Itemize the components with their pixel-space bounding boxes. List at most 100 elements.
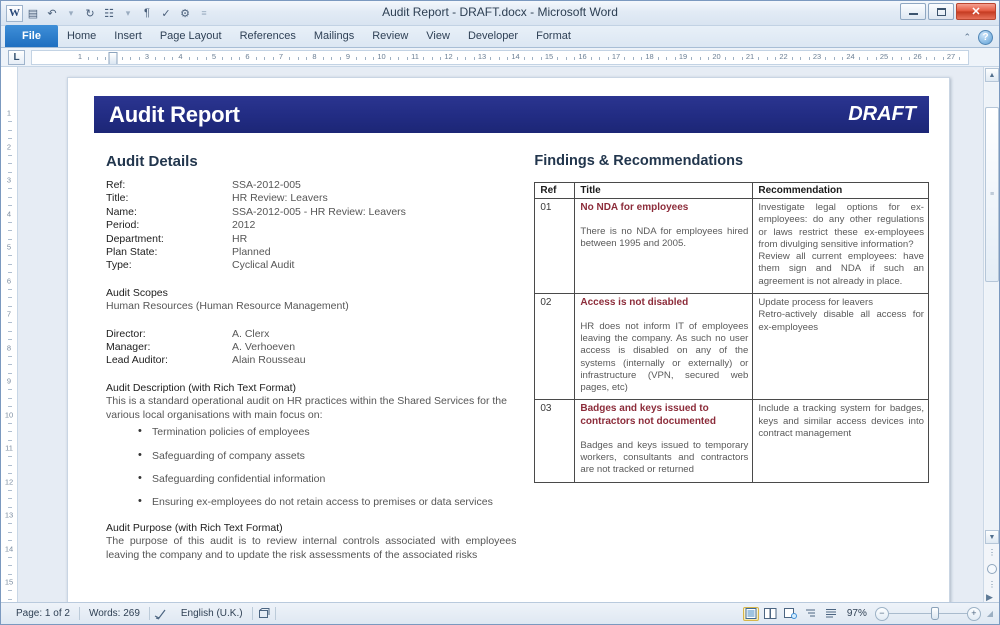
ruler-tick [364, 56, 366, 60]
ruler-tick [423, 56, 425, 60]
word-count[interactable]: Words: 269 [80, 608, 149, 619]
language-indicator[interactable]: English (U.K.) [172, 608, 252, 619]
ruler-tick [8, 565, 12, 567]
tab-format[interactable]: Format [527, 26, 580, 47]
ruler-number: 17 [611, 51, 621, 61]
document-page[interactable]: Audit Report DRAFT Audit Details Ref: SSA… [67, 77, 950, 604]
ruler-tick [456, 56, 458, 60]
ruler-tick [322, 56, 324, 60]
list-item: Safeguarding confidential information [138, 472, 516, 486]
ruler-tick [389, 56, 391, 60]
tab-review[interactable]: Review [363, 26, 417, 47]
finding-description: There is no NDA for employees hired betw… [580, 225, 749, 249]
audit-scopes-label: Audit Scopes [106, 286, 168, 299]
detail-value: Planned [232, 246, 271, 259]
ruler-tick [155, 56, 157, 60]
print-preview-dropdown-icon[interactable]: ▾ [119, 4, 137, 22]
left-indent-marker[interactable] [108, 51, 118, 64]
tab-page-layout[interactable]: Page Layout [151, 26, 231, 47]
next-page-icon[interactable]: ⋮ [988, 580, 996, 589]
ruler-tick [373, 56, 375, 60]
ruler-tick [8, 422, 12, 424]
table-row[interactable]: 01 No NDA for employees There is no NDA … [534, 197, 929, 295]
ruler-tick [331, 56, 333, 60]
web-layout-view[interactable] [783, 607, 799, 621]
draft-view[interactable] [823, 607, 839, 621]
ruler-number: 15 [544, 51, 554, 61]
undo-dropdown-icon[interactable]: ▾ [62, 4, 80, 22]
customize-qat-icon[interactable]: ≡ [195, 4, 213, 22]
ruler-tick [624, 56, 626, 60]
finding-title: No NDA for employees [580, 202, 689, 213]
formatting-marks-icon[interactable]: ¶ [138, 4, 156, 22]
resize-grip-icon[interactable]: ◢ [987, 609, 993, 618]
ruler-number: 22 [779, 51, 788, 61]
ruler-tick [565, 56, 567, 60]
ruler-number: 23 [812, 51, 822, 61]
detail-key: Ref: [106, 179, 126, 191]
full-screen-reading-view[interactable] [763, 607, 779, 621]
table-row[interactable]: 02 Access is not disabled HR does not in… [534, 293, 929, 401]
tab-mailings[interactable]: Mailings [305, 26, 363, 47]
horizontal-ruler[interactable]: 1234567891011121314151617181920212223242… [31, 49, 969, 65]
previous-page-icon[interactable]: ⋮ [988, 548, 996, 557]
tab-home[interactable]: Home [58, 26, 105, 47]
ruler-tick [356, 56, 358, 60]
zoom-in-button[interactable]: + [966, 606, 981, 621]
detail-key: Period: [106, 219, 140, 232]
scrollbar-thumb[interactable]: ≡ [985, 107, 999, 282]
document-scroll-region[interactable]: Audit Report DRAFT Audit Details Ref: SSA… [18, 67, 983, 604]
proofing-errors-icon[interactable] [153, 607, 169, 621]
tab-insert[interactable]: Insert [105, 26, 151, 47]
save-icon[interactable]: ▤ [24, 4, 42, 22]
zoom-slider-thumb[interactable] [930, 607, 939, 620]
redo-icon[interactable]: ↻ [81, 4, 99, 22]
ruler-number: 4 [6, 209, 12, 218]
vertical-scrollbar[interactable]: ▲ ≡ ▼ ⋮ ⋮ ▶ [983, 67, 999, 604]
spelling-icon[interactable]: ⚙ [176, 4, 194, 22]
help-icon[interactable]: ? [978, 30, 993, 45]
print-layout-view[interactable] [742, 606, 759, 621]
macro-record-icon[interactable] [256, 607, 272, 621]
ruler-tick [666, 56, 668, 60]
minimize-button[interactable] [900, 3, 926, 20]
tab-stop-selector-icon[interactable]: L [8, 49, 25, 65]
ruler-tick [8, 339, 12, 341]
detail-key: Plan State: [106, 246, 158, 259]
report-banner: Audit Report DRAFT [94, 96, 929, 133]
print-preview-icon[interactable]: ☷ [100, 4, 118, 22]
select-browse-object-icon[interactable] [987, 564, 997, 574]
audit-purpose-block: Audit Purpose (with Rich Text Format) Th… [106, 522, 516, 562]
vertical-ruler[interactable]: 1 2 3 4 5 6 7 8 9 10 11 12 13 14 15 [1, 67, 18, 604]
tab-references[interactable]: References [231, 26, 305, 47]
outline-view[interactable] [803, 607, 819, 621]
tab-developer[interactable]: Developer [459, 26, 527, 47]
collapse-ribbon-icon[interactable]: ⌃ [963, 32, 971, 43]
zoom-slider-control: − + [874, 606, 981, 621]
maximize-button[interactable] [928, 3, 954, 20]
ruler-number: 8 [312, 51, 317, 61]
tab-view[interactable]: View [417, 26, 459, 47]
zoom-slider-track[interactable] [888, 607, 967, 620]
ruler-number: 25 [879, 51, 889, 61]
ruler-tick [909, 56, 911, 60]
detail-value: SSA-2012-005 [232, 179, 301, 191]
ruler-tick [272, 56, 274, 60]
close-button[interactable]: ✕ [956, 3, 996, 20]
chart-icon[interactable]: ✓ [157, 4, 175, 22]
word-app-logo-icon[interactable]: W [6, 4, 23, 22]
scroll-up-button[interactable]: ▲ [985, 68, 999, 82]
detail-row: Plan State: Planned [106, 246, 516, 259]
undo-icon[interactable]: ↶ [43, 4, 61, 22]
audit-purpose-label: Audit Purpose (with Rich Text Format) [106, 521, 283, 534]
page-indicator[interactable]: Page: 1 of 2 [7, 608, 79, 619]
ruler-tick [733, 56, 735, 60]
table-row[interactable]: 03 Badges and keys issued to contractors… [534, 399, 929, 483]
zoom-level[interactable]: 97% [847, 608, 867, 619]
detail-row: Name: SSA-2012-005 - HR Review: Leavers [106, 206, 516, 219]
tab-file[interactable]: File [5, 25, 58, 47]
scroll-down-button[interactable]: ▼ [985, 530, 999, 544]
ruler-tick [8, 322, 12, 324]
ruler-tick [306, 56, 308, 60]
zoom-out-button[interactable]: − [874, 606, 889, 621]
